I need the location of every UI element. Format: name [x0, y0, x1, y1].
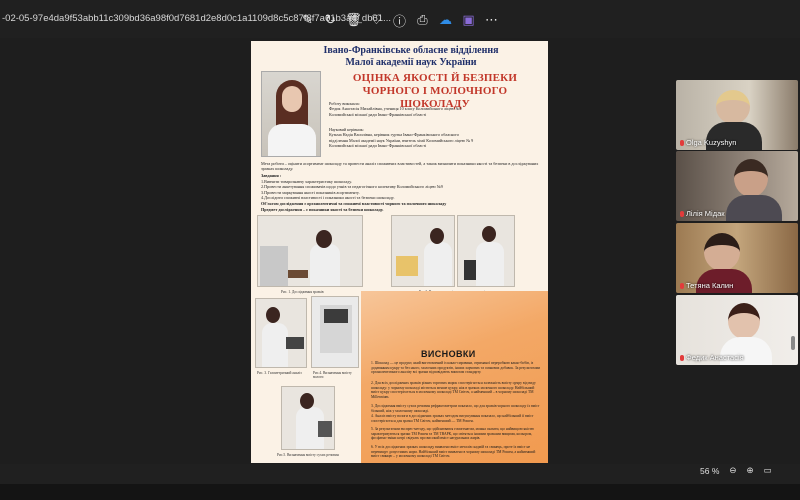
figure-1-photo [257, 215, 363, 287]
edit-app-icon[interactable]: ▣ [457, 10, 480, 30]
fit-screen-icon[interactable]: ▭ [764, 465, 772, 476]
zoom-out-icon[interactable]: ⊖ [729, 465, 736, 476]
object-text: Об'єктом дослідження є органолептичні та… [261, 201, 447, 206]
conclusion-1: 1. Шоколад — це продукт, який виготовлен… [371, 361, 541, 375]
conclusion-5: 5. За результатами експрес-методу, що зд… [371, 427, 535, 441]
participant-name-3: Тетяна Калин [680, 281, 733, 290]
conclusions-title: ВИСНОВКИ [421, 349, 476, 359]
poster-image: Івано-Франківське обласне відділення Мал… [251, 41, 548, 463]
rotate-icon[interactable]: ↻ [319, 10, 342, 30]
mic-muted-icon [680, 210, 684, 217]
figure-5-photo [281, 386, 335, 450]
tasks-title: Завдання : [261, 173, 282, 178]
figure-5-caption: Рис.5. Визначення вмісту сухих речовин [277, 453, 339, 457]
conclusion-4: 4. Аналіз вмісту вологи в досліджених зр… [371, 414, 534, 423]
zoom-level: 56 % [700, 465, 720, 476]
figure-2-photo-b [457, 215, 515, 287]
figure-2-photo-a [391, 215, 455, 287]
participant-tile-2[interactable]: Лілія Мідак [676, 151, 798, 221]
org-line-1: Івано-Франківське обласне відділення [323, 45, 499, 56]
subject-text: Предмет дослідження – є показники якості… [261, 207, 384, 212]
figure-4-caption: Рис.4. Визначення вмісту вологи [313, 371, 352, 379]
author-block: Роботу виконала: Федик Анастасія Михайлі… [329, 101, 462, 117]
edit-icon[interactable]: ✎ [296, 10, 319, 30]
participant-tile-4[interactable]: Федик Анастасія [676, 295, 798, 365]
conclusion-2: 2. Для всіх досліджених зразків різних т… [371, 381, 536, 399]
participant-tile-1[interactable]: Olga Kuzyshyn [676, 80, 798, 150]
mic-muted-icon [680, 354, 684, 361]
org-line-2: Малої академії наук України [345, 57, 477, 68]
taskbar-strip [0, 484, 800, 500]
author-photo [261, 71, 321, 157]
delete-icon[interactable]: 🗑 [342, 10, 365, 30]
title-line-1: ОЦІНКА ЯКОСТІ Й БЕЗПЕКИ [352, 72, 518, 84]
figure-3-photo [255, 298, 307, 368]
favorite-icon[interactable]: ♡ [365, 10, 388, 30]
participant-name-4: Федик Анастасія [680, 353, 744, 362]
participant-name-2: Лілія Мідак [680, 209, 725, 218]
tasks-list: 1.Вивчити товарознавчу характеристику шо… [261, 179, 443, 201]
participants-scrollbar[interactable] [791, 336, 795, 350]
print-icon[interactable]: ⎙ [411, 10, 434, 30]
participant-name-1: Olga Kuzyshyn [680, 138, 736, 147]
info-icon[interactable]: ⓘ [388, 10, 411, 30]
conclusion-3: 3. Дослідження вмісту сухих речовин рефр… [371, 404, 540, 413]
conclusion-6: 6. У всіх досліджених зразках шоколаду в… [371, 445, 536, 459]
mic-muted-icon [680, 282, 684, 289]
status-bar [0, 464, 800, 484]
participant-tile-3[interactable]: Тетяна Калин [676, 223, 798, 293]
advisor-block: Науковий керівник: Кузьма Надія Василівн… [329, 127, 474, 149]
figure-1-caption: Рис. 1. Дослідження зразків [281, 290, 324, 294]
goal-text: Мета роботи – оцінити асортимент шоколад… [261, 161, 539, 172]
image-toolbar: ✎ ↻ 🗑 ♡ ⓘ ⎙ ☁ ▣ ⋯ [296, 10, 503, 30]
figure-3-caption: Рис. 3. Газометричний аналіз [257, 371, 302, 375]
mic-muted-icon [680, 139, 684, 146]
zoom-controls: 56 % ⊖ ⊕ ▭ [700, 465, 772, 476]
figure-4-photo [311, 296, 359, 368]
more-icon[interactable]: ⋯ [480, 10, 503, 30]
zoom-in-icon[interactable]: ⊕ [747, 465, 754, 476]
onedrive-icon[interactable]: ☁ [434, 10, 457, 30]
poster-organization: Івано-Франківське обласне відділення Мал… [291, 45, 531, 69]
title-bar: -02-05-97e4da9f53abb11c309bd36a98f0d7681… [0, 0, 800, 38]
